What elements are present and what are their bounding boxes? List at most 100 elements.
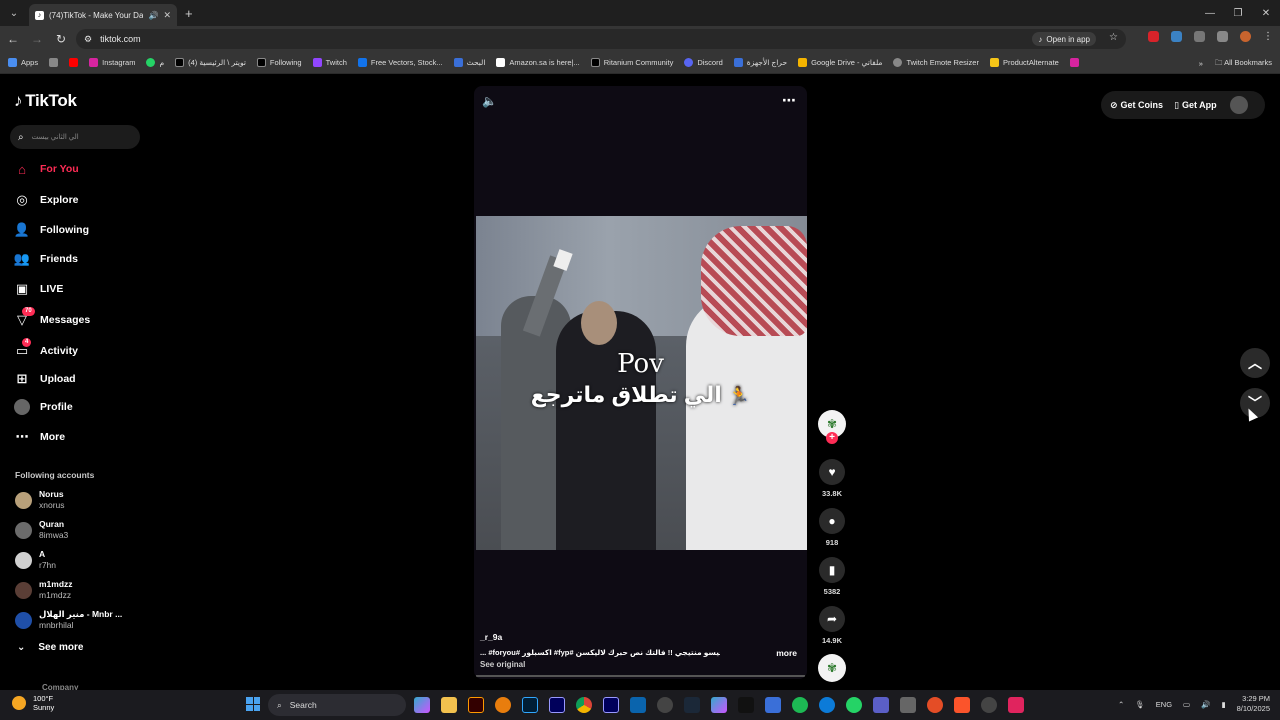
bookmark-apps[interactable]: Apps xyxy=(8,58,38,67)
app-icon[interactable] xyxy=(765,697,781,713)
sidebar-item-following[interactable]: 👤 Following xyxy=(14,222,89,238)
app-icon[interactable] xyxy=(873,697,889,713)
speaker-icon[interactable]: 🔊 xyxy=(148,11,158,20)
comment-button[interactable]: ● 918 xyxy=(818,508,846,547)
taskbar-search[interactable]: ⌕ Search xyxy=(268,694,406,716)
battery-icon[interactable]: ▮ xyxy=(1221,700,1225,709)
creator-avatar[interactable]: ✾ + xyxy=(818,410,846,444)
sidebar-item-messages[interactable]: ▽ 70 Messages xyxy=(14,307,90,328)
reload-icon[interactable]: ↻ xyxy=(50,32,72,46)
back-icon[interactable]: ← xyxy=(2,32,24,46)
bookmark-amazon[interactable]: Amazon.sa is here|... xyxy=(496,58,580,67)
tiktok-logo[interactable]: ♪ TikTok xyxy=(14,91,77,111)
steam-icon[interactable] xyxy=(684,697,700,713)
sound-avatar[interactable]: ✾ xyxy=(818,654,846,682)
following-account[interactable]: Ar7hn xyxy=(15,549,56,571)
video-player[interactable]: 🔈 ⋯ Pov الي تطلاق ماترجع 🏃 _r_9a ... #fo… xyxy=(474,86,807,679)
outlook-icon[interactable] xyxy=(630,697,646,713)
restore-icon[interactable]: ❐ xyxy=(1224,0,1252,26)
sidebar-item-friends[interactable]: 👥 Friends xyxy=(14,251,78,267)
app-icon[interactable] xyxy=(657,697,673,713)
bookmark-discord[interactable]: Discord xyxy=(684,58,723,67)
whatsapp-icon[interactable] xyxy=(846,697,862,713)
following-account[interactable]: Quran 8imwa3 xyxy=(15,519,68,541)
app-icon[interactable] xyxy=(981,697,997,713)
windows-start-icon[interactable] xyxy=(246,697,260,711)
media-control-icon[interactable] xyxy=(1217,31,1228,42)
sidebar-item-for-you[interactable]: ⌂ For You xyxy=(14,161,79,177)
video-progress-bar[interactable] xyxy=(476,675,805,677)
bookmark-ritanium[interactable]: Ritanium Community xyxy=(590,58,673,67)
sidebar-item-upload[interactable]: ⊞ Upload xyxy=(14,371,76,387)
address-bar[interactable]: ⚙ tiktok.com ♪ Open in app ☆ xyxy=(76,29,1126,49)
bookmark-haraj[interactable]: حراج الأجهزة xyxy=(733,58,787,67)
brave-icon[interactable] xyxy=(954,697,970,713)
file-explorer-icon[interactable] xyxy=(441,697,457,713)
new-tab-button[interactable]: + xyxy=(185,6,193,21)
copilot-icon[interactable] xyxy=(414,697,430,713)
bookmark-twitter-home[interactable]: (4) تويتر \ الرئيسية xyxy=(175,58,246,67)
open-in-app-button[interactable]: ♪ Open in app xyxy=(1032,32,1096,46)
edge-icon[interactable] xyxy=(819,697,835,713)
following-account[interactable]: Norus xnorus xyxy=(15,489,65,511)
sidebar-item-profile[interactable]: Profile xyxy=(14,399,73,415)
see-more-button[interactable]: ⌄ See more xyxy=(17,642,83,653)
weather-widget[interactable]: 100°F Sunny xyxy=(12,694,54,712)
sidebar-item-live[interactable]: ▣ LIVE xyxy=(14,281,64,297)
get-app-button[interactable]: ▯ Get App xyxy=(1174,100,1217,111)
tray-overflow-icon[interactable]: ⌃ xyxy=(1118,700,1124,709)
after-effects-2-icon[interactable] xyxy=(603,697,619,713)
spotify-icon[interactable] xyxy=(792,697,808,713)
blender-icon[interactable] xyxy=(495,697,511,713)
browser-menu-icon[interactable]: ⋮ xyxy=(1263,31,1274,42)
after-effects-icon[interactable] xyxy=(549,697,565,713)
sidebar-item-more[interactable]: ⋯ More xyxy=(14,429,66,445)
speaker-icon[interactable]: 🔊 xyxy=(1201,700,1210,709)
clock[interactable]: 3:29 PM 8/10/2025 xyxy=(1237,694,1270,714)
profile-avatar-icon[interactable] xyxy=(1240,31,1251,42)
bookmark-instagram-2[interactable] xyxy=(1069,58,1079,67)
tab-close-icon[interactable]: ✕ xyxy=(163,10,171,21)
get-coins-button[interactable]: ⊘ Get Coins xyxy=(1110,100,1163,111)
bookmark-instagram[interactable]: Instagram xyxy=(89,58,135,67)
minimize-icon[interactable]: — xyxy=(1196,0,1224,26)
extension-blue-icon[interactable] xyxy=(1171,31,1182,42)
like-button[interactable]: ♥ 33.8K xyxy=(818,459,846,498)
photoshop-icon[interactable] xyxy=(522,697,538,713)
bookmark-star-icon[interactable]: ☆ xyxy=(1109,32,1118,43)
share-button[interactable]: ➦ 14.9K xyxy=(818,606,846,645)
copilot-2-icon[interactable] xyxy=(711,697,727,713)
bookmark-search[interactable]: البحث xyxy=(453,58,485,67)
follow-plus-icon[interactable]: + xyxy=(826,432,838,444)
extensions-puzzle-icon[interactable] xyxy=(1194,31,1205,42)
site-info-icon[interactable]: ⚙ xyxy=(84,34,92,45)
bookmark-google-drive[interactable]: Google Drive - ملفاتي xyxy=(798,58,882,67)
volume-icon[interactable]: 🔈 xyxy=(482,94,497,108)
app-icon[interactable] xyxy=(927,697,943,713)
app-icon[interactable] xyxy=(1008,697,1024,713)
browser-tab[interactable]: ♪ (74)TikTok - Make Your Day 🔊 ✕ xyxy=(29,4,177,26)
bookmark-twitch-emote[interactable]: Twitch Emote Resizer xyxy=(893,58,979,67)
previous-video-button[interactable]: ︿ xyxy=(1240,348,1270,378)
bookmarks-overflow-icon[interactable]: » xyxy=(1199,59,1203,68)
more-options-icon[interactable]: ⋯ xyxy=(782,92,797,109)
close-window-icon[interactable]: ✕ xyxy=(1252,0,1280,26)
following-account[interactable]: منير الهلال - Mnbr ... mnbrhilal xyxy=(15,609,122,631)
sidebar-item-activity[interactable]: ▭ 4 Activity xyxy=(14,338,78,359)
chrome-icon[interactable] xyxy=(576,697,592,713)
illustrator-icon[interactable] xyxy=(468,697,484,713)
bookmark-following[interactable]: Following xyxy=(256,58,302,67)
see-original-button[interactable]: See original xyxy=(480,660,525,669)
display-icon[interactable]: ▭ xyxy=(1183,700,1190,709)
bookmark-reading-list[interactable] xyxy=(49,58,59,67)
bookmark-productalternate[interactable]: ProductAlternate xyxy=(989,58,1059,67)
bookmark-youtube[interactable] xyxy=(69,58,79,67)
app-icon[interactable] xyxy=(900,697,916,713)
extension-red-icon[interactable] xyxy=(1148,31,1159,42)
microphone-icon[interactable]: 🎙 xyxy=(1135,700,1145,709)
following-account[interactable]: m1mdzz m1mdzz xyxy=(15,579,73,601)
capcut-icon[interactable] xyxy=(738,697,754,713)
video-username[interactable]: _r_9a xyxy=(480,632,502,642)
search-input[interactable]: ⌕ الي الثاني بيست xyxy=(10,125,140,149)
save-button[interactable]: ▮ 5382 xyxy=(818,557,846,596)
